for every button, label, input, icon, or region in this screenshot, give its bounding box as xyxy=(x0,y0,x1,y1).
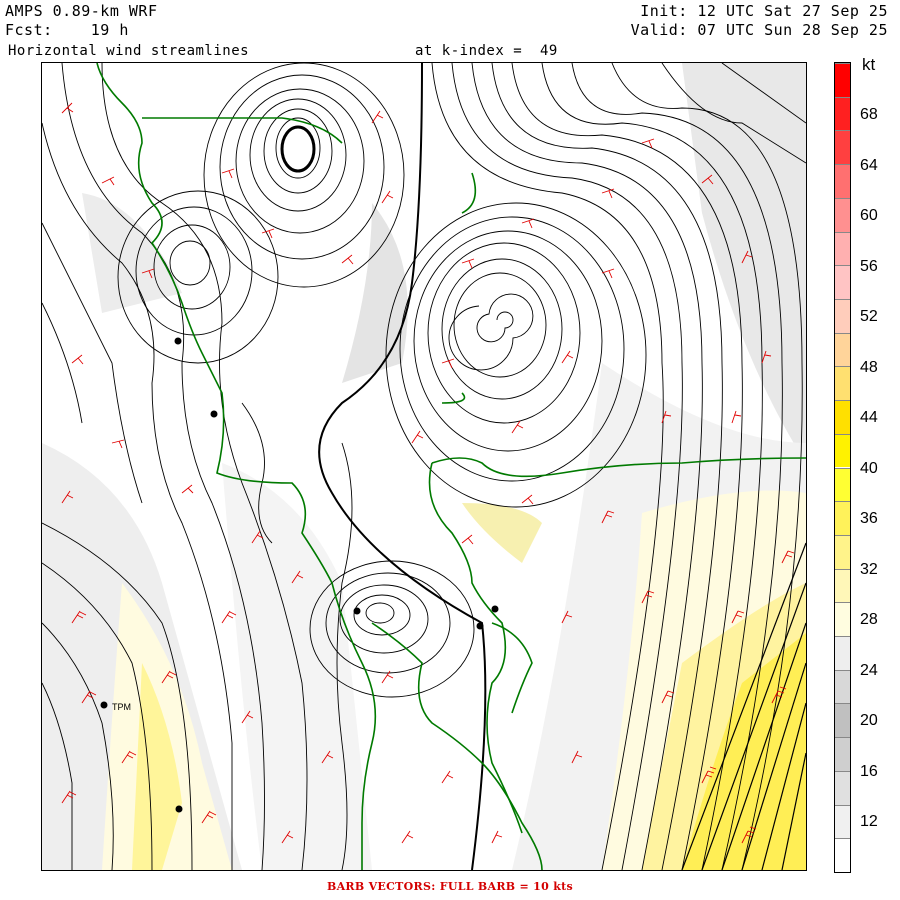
colorbar-segment xyxy=(835,96,850,131)
colorbar-segment xyxy=(835,366,850,401)
colorbar-segment xyxy=(835,838,850,872)
colorbar-tick-label: 52 xyxy=(860,308,878,325)
colorbar-segment xyxy=(835,164,850,198)
colorbar-segment xyxy=(835,265,850,299)
colorbar-segment xyxy=(835,636,850,670)
colorbar-tick-label: 44 xyxy=(860,409,878,426)
valid-time: Valid: 07 UTC Sun 28 Sep 25 xyxy=(630,21,888,39)
colorbar-segment xyxy=(835,467,850,502)
colorbar-tick-label: 36 xyxy=(860,510,878,527)
colorbar-segment xyxy=(835,130,850,165)
forecast-hour: Fcst: 19 h xyxy=(5,21,129,39)
colorbar-segment xyxy=(835,231,850,266)
colorbar-segment xyxy=(835,602,850,637)
wind-speed-colorbar xyxy=(834,62,851,873)
colorbar-tick-label: 32 xyxy=(860,560,878,578)
colorbar-tick-label: 28 xyxy=(860,611,878,628)
colorbar-segment xyxy=(835,63,850,97)
model-title: AMPS 0.89-km WRF xyxy=(5,2,158,20)
wind-streamline-map: TPM xyxy=(41,62,807,871)
colorbar-segment xyxy=(835,298,850,333)
colorbar-segment xyxy=(835,332,850,367)
colorbar-segment xyxy=(835,703,850,738)
colorbar-segment xyxy=(835,400,850,434)
colorbar-tick-label: 60 xyxy=(860,207,878,224)
colorbar-segment xyxy=(835,804,850,839)
init-time: Init: 12 UTC Sat 27 Sep 25 xyxy=(640,2,888,20)
barb-legend: BARB VECTORS: FULL BARB = 10 kts xyxy=(327,880,573,893)
colorbar-segment xyxy=(835,770,850,805)
colorbar-tick-label: 40 xyxy=(860,459,878,477)
station-marker xyxy=(491,605,499,613)
station-marker xyxy=(476,622,484,630)
station-marker xyxy=(174,337,182,345)
station-marker xyxy=(353,607,361,615)
map-canvas: TPM xyxy=(42,63,806,870)
colorbar-segment xyxy=(835,669,850,704)
wind-speed-shading xyxy=(42,63,806,870)
colorbar-tick-label: 56 xyxy=(860,257,878,275)
colorbar-segment xyxy=(835,568,850,603)
station-marker xyxy=(175,805,183,813)
colorbar-tick-label: 68 xyxy=(860,106,878,123)
colorbar-segment xyxy=(835,197,850,232)
colorbar-segment xyxy=(835,501,850,535)
colorbar-segment xyxy=(835,737,850,771)
level-index: at k-index = 49 xyxy=(415,43,558,59)
station-label-TPM: TPM xyxy=(112,702,131,712)
colorbar-tick-label: 12 xyxy=(860,813,878,830)
station-marker xyxy=(210,410,218,418)
colorbar-tick-label: 64 xyxy=(860,156,878,174)
station-TPM xyxy=(100,701,108,709)
colorbar-segment xyxy=(835,534,850,569)
colorbar-unit: kt xyxy=(862,55,876,74)
plot-title: Horizontal wind streamlines xyxy=(8,43,250,59)
colorbar-segment xyxy=(835,433,850,468)
colorbar-tick-label: 48 xyxy=(860,358,878,376)
colorbar-tick-label: 24 xyxy=(860,661,878,679)
colorbar-tick-label: 16 xyxy=(860,762,878,780)
colorbar-tick-label: 20 xyxy=(860,712,878,729)
